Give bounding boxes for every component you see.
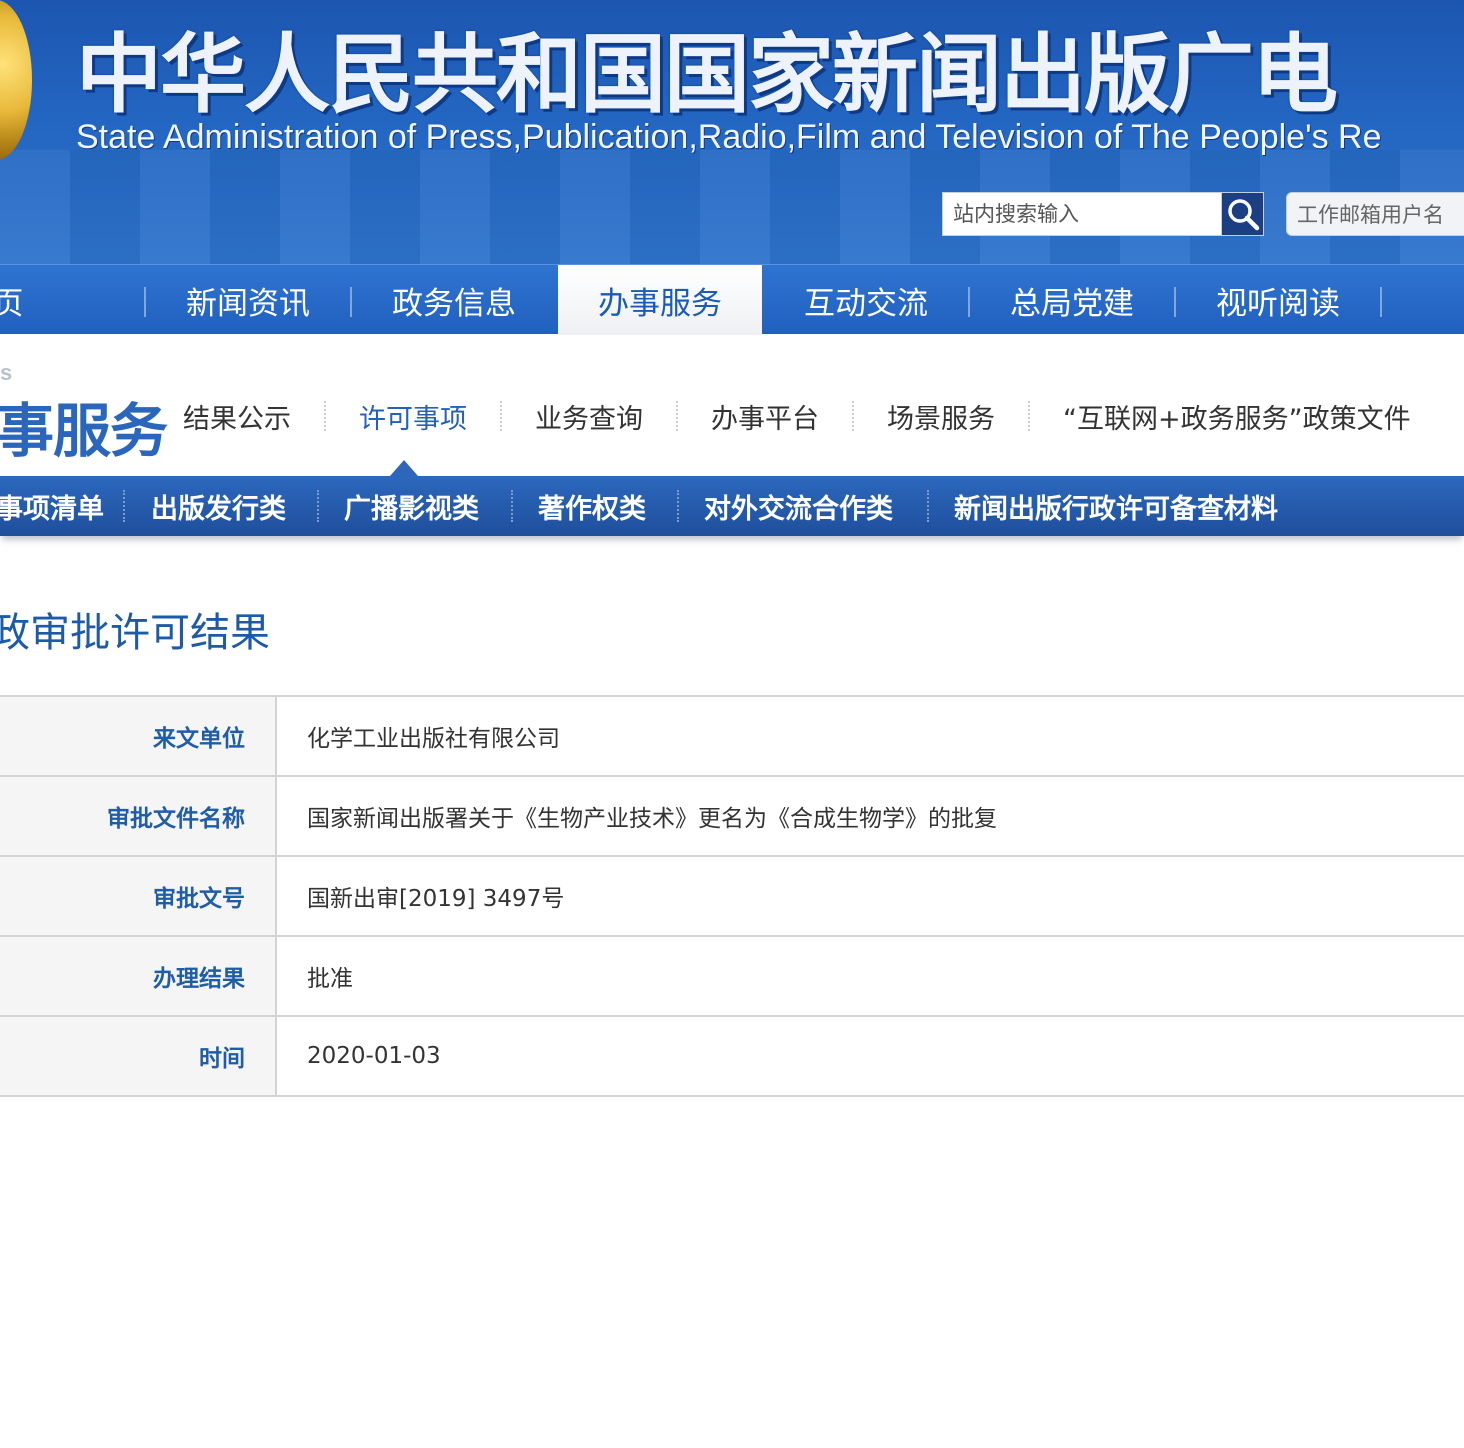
category-divider bbox=[317, 490, 319, 522]
main-nav: 页 新闻资讯 政务信息 办事服务 互动交流 总局党建 视听阅读 bbox=[0, 264, 1464, 335]
subnav-query[interactable]: 业务查询 bbox=[502, 397, 676, 436]
field-value: 国新出审[2019] 3497号 bbox=[276, 855, 1464, 937]
table-row: 时间 2020-01-03 bbox=[0, 1015, 1464, 1097]
table-row: 审批文件名称 国家新闻出版署关于《生物产业技术》更名为《合成生物学》的批复 bbox=[0, 775, 1464, 857]
site-title: 中华人民共和国国家新闻出版广电 bbox=[76, 24, 1338, 125]
search-button[interactable] bbox=[1221, 193, 1263, 235]
table-row: 来文单位 化学工业出版社有限公司 bbox=[0, 695, 1464, 777]
field-label: 审批文件名称 bbox=[0, 775, 277, 857]
subnav-results[interactable]: 结果公示 bbox=[150, 397, 324, 436]
field-label: 来文单位 bbox=[0, 695, 277, 777]
sub-nav: 结果公示 许可事项 业务查询 办事平台 场景服务 “互联网+政务服务”政策文件 bbox=[150, 388, 1444, 444]
nav-party-building[interactable]: 总局党建 bbox=[970, 265, 1174, 335]
site-subtitle: State Administration of Press,Publicatio… bbox=[76, 118, 1382, 156]
nav-divider bbox=[1380, 287, 1382, 317]
category-item-broadcast[interactable]: 广播影视类 bbox=[344, 476, 479, 536]
category-item-list[interactable]: 事项清单 bbox=[0, 476, 104, 536]
mail-username-input[interactable]: 工作邮箱用户名 bbox=[1286, 192, 1464, 236]
field-value: 批准 bbox=[276, 935, 1464, 1017]
category-divider bbox=[677, 490, 679, 522]
field-value: 国家新闻出版署关于《生物产业技术》更名为《合成生物学》的批复 bbox=[276, 775, 1464, 857]
nav-government-info[interactable]: 政务信息 bbox=[352, 265, 556, 335]
site-search bbox=[942, 192, 1264, 236]
field-value: 2020-01-03 bbox=[276, 1015, 1464, 1097]
site-banner: 中华人民共和国国家新闻出版广电 State Administration of … bbox=[0, 0, 1464, 264]
category-divider bbox=[927, 490, 929, 522]
category-divider bbox=[123, 490, 125, 522]
nav-services[interactable]: 办事服务 bbox=[558, 265, 762, 335]
nav-home[interactable]: 页 bbox=[0, 265, 110, 335]
field-label: 审批文号 bbox=[0, 855, 277, 937]
approval-record-table: 来文单位 化学工业出版社有限公司 审批文件名称 国家新闻出版署关于《生物产业技术… bbox=[0, 695, 1464, 1097]
nav-interaction[interactable]: 互动交流 bbox=[764, 265, 968, 335]
category-item-foreign-exchange[interactable]: 对外交流合作类 bbox=[704, 476, 893, 536]
table-row: 办理结果 批准 bbox=[0, 935, 1464, 1017]
section-title: 事服务 bbox=[0, 397, 168, 465]
section-mark: s bbox=[0, 360, 13, 385]
subnav-scenario[interactable]: 场景服务 bbox=[854, 397, 1028, 436]
category-divider bbox=[511, 490, 513, 522]
category-bar: 事项清单 出版发行类 广播影视类 著作权类 对外交流合作类 新闻出版行政许可备查… bbox=[0, 476, 1464, 536]
nav-news[interactable]: 新闻资讯 bbox=[146, 265, 350, 335]
magnifier-icon bbox=[1227, 199, 1259, 231]
subnav-licensing[interactable]: 许可事项 bbox=[326, 397, 500, 436]
subnav-policy-docs[interactable]: “互联网+政务服务”政策文件 bbox=[1030, 397, 1444, 436]
page-title: 政审批许可结果 bbox=[0, 610, 270, 656]
national-emblem-icon bbox=[0, 0, 32, 160]
field-value: 化学工业出版社有限公司 bbox=[276, 695, 1464, 777]
category-item-copyright[interactable]: 著作权类 bbox=[538, 476, 646, 536]
field-label: 时间 bbox=[0, 1015, 277, 1097]
table-row: 审批文号 国新出审[2019] 3497号 bbox=[0, 855, 1464, 937]
nav-audio-visual[interactable]: 视听阅读 bbox=[1176, 265, 1380, 335]
category-item-filing-materials[interactable]: 新闻出版行政许可备查材料 bbox=[954, 476, 1278, 536]
search-input[interactable] bbox=[943, 193, 1221, 235]
subnav-platform[interactable]: 办事平台 bbox=[678, 397, 852, 436]
category-item-publishing[interactable]: 出版发行类 bbox=[151, 476, 286, 536]
active-pointer-icon bbox=[390, 460, 418, 476]
field-label: 办理结果 bbox=[0, 935, 277, 1017]
